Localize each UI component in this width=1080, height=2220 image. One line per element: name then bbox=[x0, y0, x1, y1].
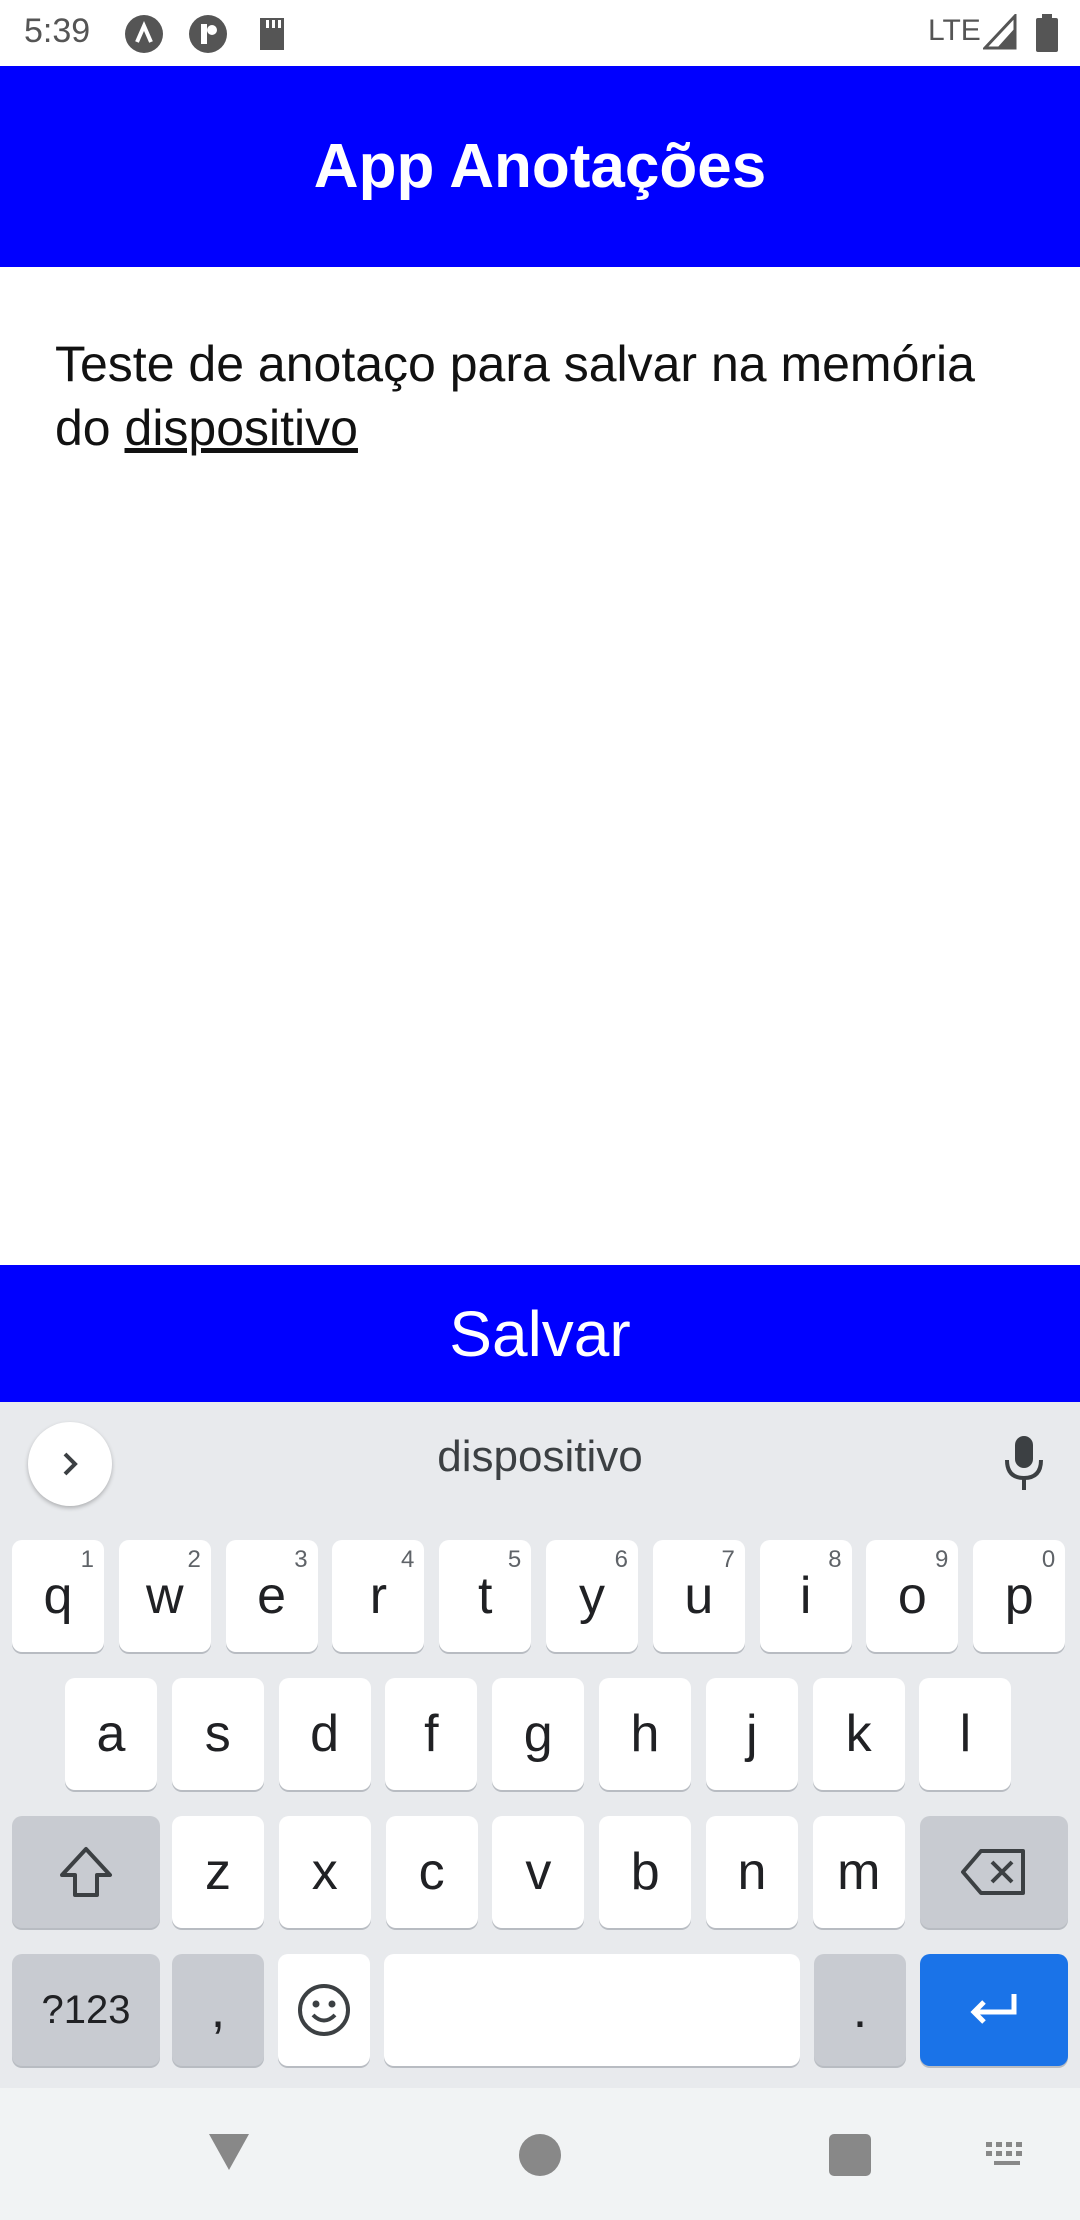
emoji-key[interactable] bbox=[278, 1954, 370, 2066]
key-label: o bbox=[897, 1567, 927, 1625]
key-label: d bbox=[310, 1705, 340, 1763]
app-icon bbox=[189, 15, 227, 53]
save-button[interactable]: Salvar bbox=[0, 1265, 1080, 1402]
key-o[interactable]: o9 bbox=[866, 1540, 959, 1652]
note-editor[interactable]: Teste de anotaço para salvar na memória … bbox=[0, 267, 1080, 1265]
backspace-key[interactable] bbox=[920, 1816, 1068, 1928]
enter-key[interactable] bbox=[920, 1954, 1068, 2066]
key-n[interactable]: n bbox=[706, 1816, 798, 1928]
suggestion-strip: dispositivo bbox=[0, 1402, 1080, 1522]
key-z[interactable]: z bbox=[172, 1816, 264, 1928]
key-number-hint: 0 bbox=[1041, 1546, 1056, 1573]
key-number-hint: 8 bbox=[828, 1546, 842, 1573]
status-time: 5:39 bbox=[24, 12, 91, 50]
key-i[interactable]: i8 bbox=[759, 1540, 852, 1652]
soft-keyboard: dispositivo ?123 , . q 1 w 2 e 3 r 4 t 5… bbox=[0, 1402, 1080, 2088]
key-label: c bbox=[418, 1843, 445, 1901]
key-q[interactable]: q1 bbox=[12, 1540, 104, 1652]
key-label: l bbox=[959, 1705, 972, 1763]
key-v[interactable]: v bbox=[492, 1816, 585, 1928]
key-label: u bbox=[684, 1567, 714, 1625]
key-b[interactable]: b bbox=[599, 1816, 692, 1928]
key-label: a bbox=[96, 1705, 126, 1763]
key-k[interactable]: k bbox=[812, 1678, 905, 1790]
key-label: m bbox=[837, 1843, 881, 1901]
key-number-hint: 5 bbox=[507, 1546, 522, 1573]
key-c[interactable]: c bbox=[385, 1816, 478, 1928]
battery-icon bbox=[1036, 14, 1058, 52]
key-label: q bbox=[43, 1567, 73, 1625]
recent-apps-icon[interactable] bbox=[829, 2134, 871, 2176]
key-number-hint: 3 bbox=[294, 1546, 308, 1573]
key-j[interactable]: j bbox=[705, 1678, 798, 1790]
symbols-key[interactable]: ?123 bbox=[12, 1954, 160, 2066]
key-h[interactable]: h bbox=[599, 1678, 691, 1790]
key-x[interactable]: x bbox=[278, 1816, 371, 1928]
sd-card-icon bbox=[260, 18, 284, 50]
key-number-hint: 1 bbox=[80, 1546, 94, 1573]
shift-icon bbox=[60, 1847, 112, 1897]
period-key[interactable]: . bbox=[814, 1954, 906, 2066]
key-label: x bbox=[311, 1843, 338, 1901]
key-w[interactable]: w2 bbox=[118, 1540, 211, 1652]
enter-icon bbox=[970, 1994, 1017, 2024]
key-label: v bbox=[525, 1843, 552, 1901]
word-suggestion[interactable]: dispositivo bbox=[0, 1432, 1080, 1482]
at-sign-icon bbox=[125, 15, 163, 53]
back-icon[interactable] bbox=[205, 2128, 253, 2176]
keyboard-switch-icon[interactable] bbox=[984, 2140, 1030, 2170]
key-label: y bbox=[579, 1567, 605, 1625]
key-label: w bbox=[146, 1567, 184, 1625]
key-number-hint: 2 bbox=[187, 1546, 201, 1573]
network-type: LTE bbox=[928, 14, 981, 47]
key-number-hint: 7 bbox=[721, 1546, 735, 1573]
note-text-composing-word: dispositivo bbox=[124, 400, 358, 456]
key-m[interactable]: m bbox=[812, 1816, 905, 1928]
key-y[interactable]: y6 bbox=[546, 1540, 638, 1652]
key-a[interactable]: a bbox=[65, 1678, 157, 1790]
space-key[interactable] bbox=[384, 1954, 800, 2066]
key-e[interactable]: e3 bbox=[225, 1540, 318, 1652]
shift-key[interactable] bbox=[12, 1816, 160, 1928]
key-r[interactable]: r4 bbox=[332, 1540, 425, 1652]
note-text[interactable]: Teste de anotaço para salvar na memória … bbox=[55, 332, 1015, 460]
key-label: r bbox=[369, 1567, 388, 1625]
key-label: g bbox=[523, 1705, 553, 1763]
key-label: n bbox=[737, 1843, 767, 1901]
key-u[interactable]: u7 bbox=[652, 1540, 745, 1652]
microphone-icon[interactable] bbox=[1000, 1434, 1048, 1492]
key-label: t bbox=[477, 1567, 493, 1625]
key-label: b bbox=[630, 1843, 660, 1901]
key-label: f bbox=[424, 1705, 439, 1763]
key-label: k bbox=[845, 1705, 872, 1763]
key-label: h bbox=[630, 1705, 660, 1763]
key-number-hint: 9 bbox=[935, 1546, 949, 1573]
status-bar: 5:39 LTE bbox=[0, 0, 1080, 66]
key-label: j bbox=[746, 1705, 758, 1763]
key-f[interactable]: f bbox=[385, 1678, 478, 1790]
key-label: e bbox=[257, 1567, 287, 1625]
navigation-bar bbox=[0, 2088, 1080, 2220]
key-label: i bbox=[799, 1567, 812, 1625]
key-g[interactable]: g bbox=[492, 1678, 585, 1790]
backspace-icon bbox=[961, 1849, 1025, 1895]
signal-icon bbox=[983, 14, 1017, 50]
key-t[interactable]: t5 bbox=[439, 1540, 532, 1652]
key-p[interactable]: p0 bbox=[973, 1540, 1066, 1652]
key-label: p bbox=[1004, 1567, 1034, 1625]
key-number-hint: 6 bbox=[614, 1546, 628, 1573]
key-l[interactable]: l bbox=[919, 1678, 1012, 1790]
comma-key[interactable]: , bbox=[172, 1954, 264, 2066]
home-icon[interactable] bbox=[519, 2134, 561, 2176]
page-title: App Anotações bbox=[313, 132, 767, 201]
key-d[interactable]: d bbox=[278, 1678, 371, 1790]
key-s[interactable]: s bbox=[171, 1678, 264, 1790]
app-bar: App Anotações bbox=[0, 66, 1080, 267]
key-label: s bbox=[204, 1705, 231, 1763]
key-label: z bbox=[205, 1843, 231, 1901]
key-number-hint: 4 bbox=[401, 1546, 415, 1573]
emoji-icon bbox=[298, 1984, 350, 2036]
